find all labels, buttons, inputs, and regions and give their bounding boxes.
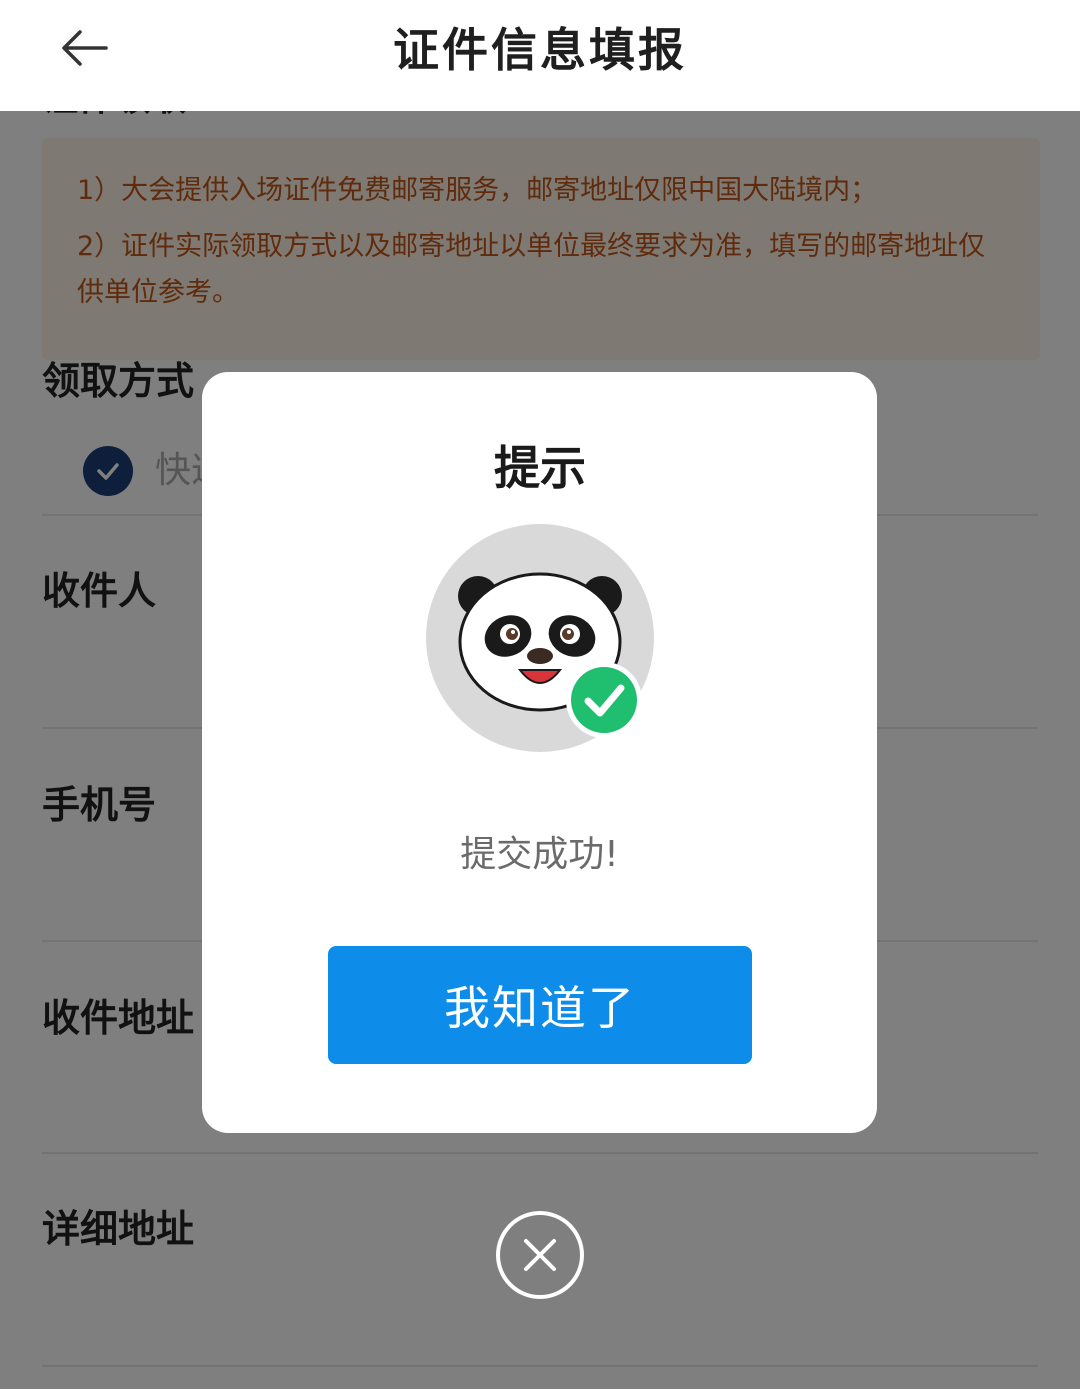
panda-check-icon <box>426 524 654 752</box>
page: 证件领取 1）大会提供入场证件免费邮寄服务，邮寄地址仅限中国大陆境内； 2）证件… <box>0 0 1080 1389</box>
confirm-button[interactable]: 我知道了 <box>328 946 752 1064</box>
dialog-title: 提示 <box>494 441 586 495</box>
page-title: 证件信息填报 <box>393 23 687 77</box>
top-nav-bar: 证件信息填报 <box>0 0 1080 111</box>
close-circle-icon <box>524 1239 556 1271</box>
close-dialog-button[interactable] <box>496 1211 584 1299</box>
dialog-message: 提交成功! <box>460 834 619 875</box>
